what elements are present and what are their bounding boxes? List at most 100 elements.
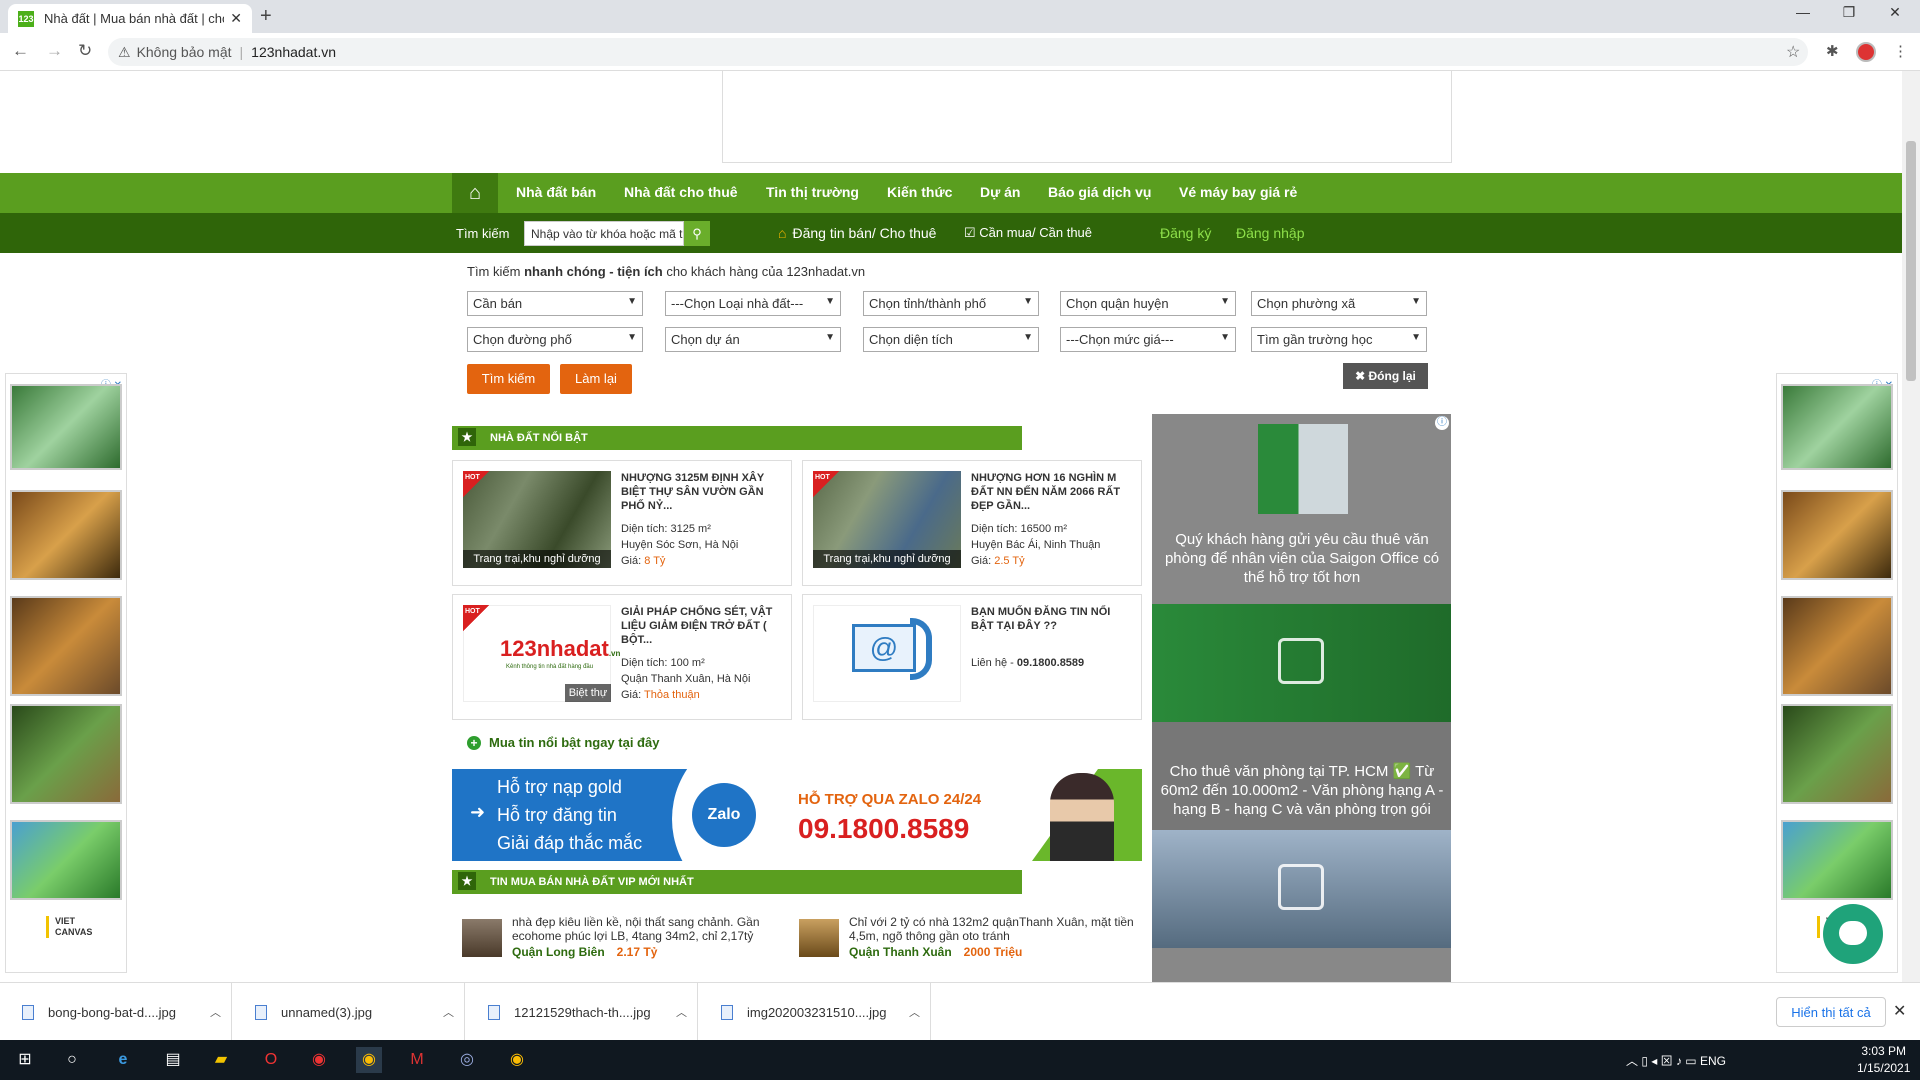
nav-item-du-an[interactable]: Dự án: [980, 184, 1020, 200]
opera-icon[interactable]: O: [258, 1047, 284, 1073]
nav-item-bao-gia[interactable]: Báo giá dịch vụ: [1048, 184, 1151, 200]
chrome-second-icon[interactable]: ◉: [504, 1047, 530, 1073]
ad-painting-image: [1781, 490, 1893, 580]
nav-item-nha-dat-ban[interactable]: Nhà đất bán: [516, 184, 596, 200]
listing-title[interactable]: NHƯỢNG HƠN 16 NGHÌN M ĐẤT NN ĐẾN NĂM 206…: [971, 471, 1131, 513]
listing-title[interactable]: GIẢI PHÁP CHỐNG SÉT, VẬT LIỆU GIẢM ĐIỆN …: [621, 605, 781, 647]
ad-title[interactable]: BẠN MUỐN ĐĂNG TIN NỔI BẬT TẠI ĐÂY ??: [971, 605, 1131, 633]
vip-listing[interactable]: nhà đẹp kiêu liền kề, nội thất sang chản…: [462, 915, 792, 965]
tab-close-icon[interactable]: ✕: [230, 10, 242, 27]
register-link[interactable]: Đăng ký: [1160, 225, 1211, 241]
page-scrollbar[interactable]: [1902, 71, 1920, 982]
profile-avatar[interactable]: [1856, 42, 1876, 62]
featured-card[interactable]: 123nhadat.vn Kênh thông tin nhà đất hàng…: [452, 594, 792, 720]
show-all-downloads-button[interactable]: Hiển thị tất cả: [1776, 997, 1886, 1027]
vip-listing[interactable]: Chỉ với 2 tỷ có nhà 132m2 quậnThanh Xuân…: [799, 915, 1134, 965]
chevron-up-icon[interactable]: ︿: [210, 1004, 221, 1020]
menu-icon[interactable]: ⋮: [1893, 42, 1908, 60]
chat-widget-button[interactable]: [1823, 904, 1883, 964]
login-link[interactable]: Đăng nhập: [1236, 225, 1305, 241]
select-price[interactable]: ---Chọn mức giá--- ▼: [1060, 327, 1236, 352]
right-side-ad[interactable]: ⓘ ✕ VIETCANVAS: [1776, 373, 1898, 973]
ad-painting-image: [10, 490, 122, 580]
vip-title[interactable]: nhà đẹp kiêu liền kề, nội thất sang chản…: [512, 915, 802, 943]
chevron-up-icon[interactable]: ︿: [676, 1004, 687, 1020]
select-value: Chọn tỉnh/thành phố: [869, 296, 987, 311]
clock[interactable]: 3:03 PM 1/15/2021: [1857, 1043, 1910, 1077]
select-school[interactable]: Tìm gần trường học ▼: [1251, 327, 1427, 352]
download-filename: unnamed(3).jpg: [281, 1004, 373, 1020]
system-tray[interactable]: ︿ ▯ ◂ ⊠ ♪ ▭ ENG: [1626, 1052, 1726, 1069]
main-nav: ⌂ Nhà đất bán Nhà đất cho thuê Tin thị t…: [0, 173, 1902, 213]
close-downloads-icon[interactable]: ✕: [1893, 1001, 1906, 1021]
select-province[interactable]: Chọn tỉnh/thành phố ▼: [863, 291, 1039, 316]
chevron-up-icon[interactable]: ︿: [909, 1004, 920, 1020]
reload-icon[interactable]: ↻: [78, 41, 92, 61]
restore-icon[interactable]: ❐: [1826, 4, 1872, 21]
need-buy-toggle[interactable]: ☑ Cần mua/ Cần thuê: [964, 225, 1092, 241]
download-item[interactable]: img202003231510....jpg ︿: [699, 983, 931, 1041]
chevron-up-icon[interactable]: ︿: [443, 1004, 454, 1020]
new-tab-icon[interactable]: +: [260, 5, 272, 28]
ad-painting-image: [1781, 596, 1893, 696]
ad-building-image: [1152, 424, 1451, 514]
ad-painting-image: [10, 596, 122, 696]
chevron-down-icon: ▼: [627, 332, 637, 343]
listing-category: Trang trại,khu nghỉ dưỡng: [463, 550, 611, 568]
browser-tab[interactable]: 123 Nhà đất | Mua bán nhà đất | cho ✕: [8, 4, 252, 33]
forward-icon[interactable]: →: [46, 41, 63, 61]
zalo-support-banner[interactable]: ➜ Hỗ trợ nạp gold Hỗ trợ đăng tin Giải đ…: [452, 769, 1142, 861]
window-close-icon[interactable]: ✕: [1872, 4, 1918, 21]
select-transaction[interactable]: Cần bán ▼: [467, 291, 643, 316]
select-project[interactable]: Chọn dự án ▼: [665, 327, 841, 352]
back-icon[interactable]: ←: [12, 41, 29, 61]
mcafee-icon[interactable]: M: [404, 1047, 430, 1073]
edge-icon[interactable]: e: [110, 1047, 136, 1073]
search-circle-icon[interactable]: ○: [59, 1047, 85, 1073]
listing-title[interactable]: NHƯỢNG 3125M ĐỊNH XÂY BIỆT THỰ SÂN VƯỜN …: [621, 471, 781, 513]
select-property-type[interactable]: ---Chọn Loại nhà đất--- ▼: [665, 291, 841, 316]
star-icon: ★: [458, 428, 476, 446]
camera-app-icon[interactable]: ◎: [454, 1047, 480, 1073]
download-item[interactable]: unnamed(3).jpg ︿: [233, 983, 465, 1041]
chrome-icon[interactable]: ◉: [356, 1047, 382, 1073]
store-icon[interactable]: ▤: [160, 1047, 186, 1073]
minimize-icon[interactable]: —: [1780, 4, 1826, 20]
download-item[interactable]: 12121529thach-th....jpg ︿: [466, 983, 698, 1041]
select-street[interactable]: Chọn đường phố ▼: [467, 327, 643, 352]
left-side-ad[interactable]: ⓘ ✕ VIETCANVAS: [5, 373, 127, 973]
nav-item-nha-dat-cho-thue[interactable]: Nhà đất cho thuê: [624, 184, 738, 200]
listing-price-row: Giá: 8 Tỷ: [621, 555, 665, 567]
windows-start-icon[interactable]: ⊞: [12, 1047, 38, 1073]
scrollbar-thumb[interactable]: [1906, 141, 1916, 381]
nav-item-ve-may-bay[interactable]: Vé máy bay giá rẻ: [1179, 184, 1297, 200]
omnibox[interactable]: ⚠ Không bảo mật | 123nhadat.vn: [108, 38, 1808, 66]
download-item[interactable]: bong-bong-bat-d....jpg ︿: [0, 983, 232, 1041]
featured-card[interactable]: HOT Trang trại,khu nghỉ dưỡng NHƯỢNG HƠN…: [802, 460, 1142, 586]
extensions-icon[interactable]: ✱: [1826, 42, 1839, 60]
select-area[interactable]: Chọn diện tích ▼: [863, 327, 1039, 352]
featured-card[interactable]: HOT Trang trại,khu nghỉ dưỡng NHƯỢNG 312…: [452, 460, 792, 586]
search-button[interactable]: Tìm kiếm: [467, 364, 550, 394]
select-ward[interactable]: Chọn phường xã ▼: [1251, 291, 1427, 316]
language-indicator[interactable]: ENG: [1700, 1054, 1726, 1068]
nav-item-tin-thi-truong[interactable]: Tin thị trường: [766, 184, 859, 200]
hot-badge: HOT: [813, 471, 839, 497]
select-district[interactable]: Chọn quận huyện ▼: [1060, 291, 1236, 316]
reset-button[interactable]: Làm lại: [560, 364, 632, 394]
folder-icon[interactable]: ▰: [208, 1047, 234, 1073]
browser-app-icon[interactable]: ◉: [306, 1047, 332, 1073]
post-listing-link[interactable]: ⌂ Đăng tin bán/ Cho thuê: [778, 225, 936, 241]
vip-title[interactable]: Chỉ với 2 tỷ có nhà 132m2 quậnThanh Xuân…: [849, 915, 1139, 943]
search-input[interactable]: Nhập vào từ khóa hoặc mã tin: [524, 221, 684, 246]
saigon-office-ad[interactable]: ⓘ Quý khách hàng gửi yêu cầu thuê văn ph…: [1152, 414, 1451, 982]
nav-item-kien-thuc[interactable]: Kiến thức: [887, 184, 952, 200]
chat-bubble-icon: [1839, 921, 1867, 945]
bookmark-star-icon[interactable]: ☆: [1786, 42, 1800, 62]
featured-ad-card[interactable]: @ BẠN MUỐN ĐĂNG TIN NỔI BẬT TẠI ĐÂY ?? L…: [802, 594, 1142, 720]
search-icon[interactable]: ⚲: [684, 221, 710, 246]
home-icon[interactable]: ⌂: [452, 173, 498, 213]
buy-featured-link[interactable]: + Mua tin nổi bật ngay tại đây: [467, 735, 659, 750]
close-search-button[interactable]: ✖ Đóng lại: [1343, 363, 1428, 389]
featured-heading: ★ NHÀ ĐẤT NỔI BẬT: [452, 426, 1022, 450]
